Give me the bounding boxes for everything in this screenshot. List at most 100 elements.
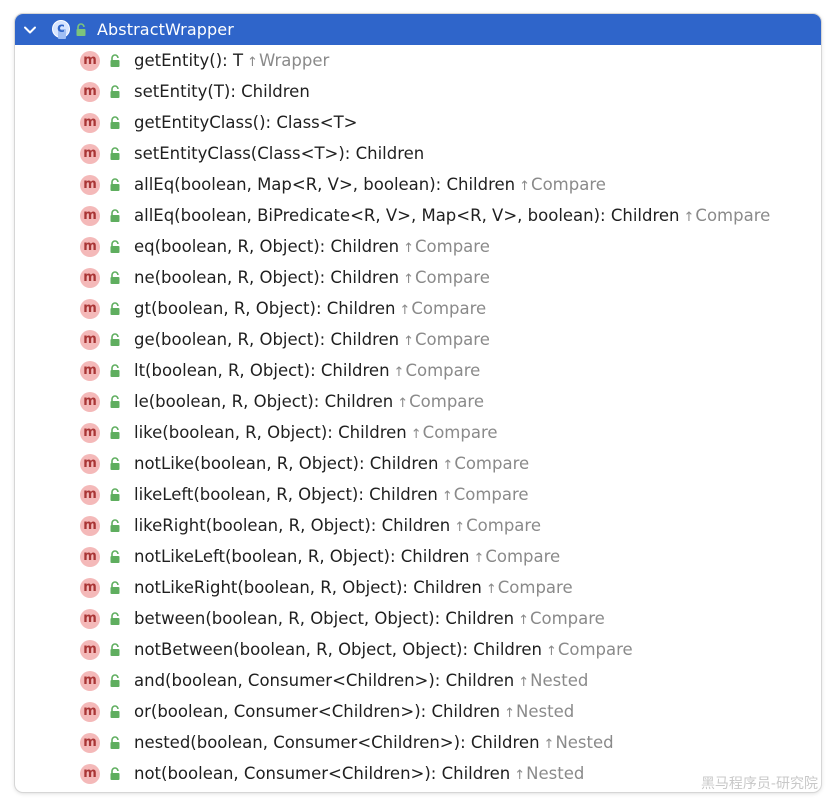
method-signature: setEntity(T): Children xyxy=(134,82,310,101)
inherited-from: ↑Nested xyxy=(518,671,589,690)
method-signature: eq(boolean, R, Object): Children xyxy=(134,237,400,256)
up-arrow-icon: ↑ xyxy=(393,365,405,380)
method-signature: notLike(boolean, R, Object): Children xyxy=(134,454,439,473)
watermark: 黑马程序员-研究院 xyxy=(700,776,818,792)
up-arrow-icon: ↑ xyxy=(397,396,409,411)
up-arrow-icon: ↑ xyxy=(518,613,529,628)
lock-icon xyxy=(110,332,120,346)
method-item[interactable]: m notLike(boolean, R, Object): Children ↑C… xyxy=(15,448,821,479)
inherited-from: ↑Compare xyxy=(545,640,633,659)
method-item[interactable]: m getEntityClass(): Class<T> xyxy=(15,107,821,138)
method-item[interactable]: m likeRight(boolean, R, Object): Children… xyxy=(15,510,821,541)
lock-icon xyxy=(110,735,120,749)
inherited-from: ↑Compare xyxy=(399,299,487,318)
method-icon: m xyxy=(80,298,100,319)
lock-icon xyxy=(110,53,120,67)
method-item[interactable]: m notLikeLeft(boolean, R, Object): Childr… xyxy=(15,541,821,572)
method-item[interactable]: m like(boolean, R, Object): Children ↑Comp… xyxy=(15,417,821,448)
method-icon: m xyxy=(80,236,100,257)
lock-icon xyxy=(110,394,120,408)
method-icon: m xyxy=(80,174,100,195)
lock-icon xyxy=(110,270,120,284)
method-signature: allEq(boolean, BiPredicate<R, V>, Map<R,… xyxy=(134,206,680,225)
lock-icon xyxy=(110,766,120,780)
inherited-from: ↑Nested xyxy=(504,702,575,721)
inherited-from: ↑Compare xyxy=(454,516,541,535)
lock-icon xyxy=(110,549,120,563)
method-signature: likeRight(boolean, R, Object): Children xyxy=(134,516,451,535)
method-icon: m xyxy=(80,50,100,71)
lock-icon xyxy=(110,642,120,656)
method-item[interactable]: m ge(boolean, R, Object): Children ↑Compar… xyxy=(15,324,821,355)
lock-icon xyxy=(110,363,120,377)
lock-icon xyxy=(110,239,120,253)
method-item[interactable]: m getEntity(): T ↑Wrapper xyxy=(15,45,821,76)
method-item[interactable]: m allEq(boolean, Map<R, V>, boolean): Chi… xyxy=(15,169,821,200)
inherited-from: ↑Compare xyxy=(442,454,530,473)
method-item[interactable]: m setEntityClass(Class<T>): Children xyxy=(15,138,821,169)
method-icon: m xyxy=(80,732,100,753)
method-item[interactable]: m notBetween(boolean, R, Object, Object):… xyxy=(15,634,821,665)
method-icon: m xyxy=(80,670,100,691)
inherited-from: ↑Compare xyxy=(393,361,481,380)
method-item[interactable]: m ne(boolean, R, Object): Children ↑Compar… xyxy=(15,262,821,293)
method-icon: m xyxy=(80,112,100,133)
method-item[interactable]: m notLikeRight(boolean, R, Object): Child… xyxy=(15,572,821,603)
method-item[interactable]: m allEq(boolean, BiPredicate<R, V>, Map<R… xyxy=(15,200,821,231)
method-signature: gt(boolean, R, Object): Children xyxy=(134,299,396,318)
method-item[interactable]: m lt(boolean, R, Object): Children ↑Compar… xyxy=(15,355,821,386)
up-arrow-icon: ↑ xyxy=(247,55,258,70)
inherited-from: ↑Compare xyxy=(403,330,490,349)
lock-icon xyxy=(110,425,120,439)
method-item[interactable]: m and(boolean, Consumer<Children>): Child… xyxy=(15,665,821,696)
abstract-class-icon: c xyxy=(51,19,73,41)
method-signature: like(boolean, R, Object): Children xyxy=(134,423,407,442)
method-icon: m xyxy=(80,267,100,288)
method-item[interactable]: m nested(boolean, Consumer<Children>): Ch… xyxy=(15,727,821,758)
up-arrow-icon: ↑ xyxy=(514,768,526,783)
chevron-down-icon[interactable] xyxy=(23,23,37,37)
up-arrow-icon: ↑ xyxy=(504,706,516,721)
method-signature: likeLeft(boolean, R, Object): Children xyxy=(134,485,438,504)
up-arrow-icon: ↑ xyxy=(403,272,414,287)
lock-icon xyxy=(110,673,120,687)
method-signature: and(boolean, Consumer<Children>): Childr… xyxy=(134,671,515,690)
structure-popup: c AbstractWrapper m getEntity(): T ↑Wrappe… xyxy=(15,14,821,792)
method-icon: m xyxy=(80,577,100,598)
method-list: m getEntity(): T ↑Wrapper m setEntity(T): Ch… xyxy=(15,45,821,789)
method-item[interactable]: m eq(boolean, R, Object): Children ↑Compar… xyxy=(15,231,821,262)
inherited-from: ↑Compare xyxy=(473,547,561,566)
up-arrow-icon: ↑ xyxy=(683,210,695,225)
up-arrow-icon: ↑ xyxy=(442,458,454,473)
inherited-from: ↑Nested xyxy=(543,733,614,752)
method-item[interactable]: m setEntity(T): Children xyxy=(15,76,821,107)
lock-icon xyxy=(76,22,86,36)
inherited-from: ↑Compare xyxy=(441,485,529,504)
method-item[interactable]: m le(boolean, R, Object): Children ↑Compar… xyxy=(15,386,821,417)
inherited-from: ↑Compare xyxy=(683,206,771,225)
lock-icon xyxy=(110,84,120,98)
up-arrow-icon: ↑ xyxy=(403,241,415,256)
method-item[interactable]: m gt(boolean, R, Object): Children ↑Compar… xyxy=(15,293,821,324)
inherited-from: ↑Compare xyxy=(403,268,490,287)
method-signature: not(boolean, Consumer<Children>): Childr… xyxy=(134,764,511,783)
method-signature: or(boolean, Consumer<Children>): Childre… xyxy=(134,702,501,721)
class-node-header[interactable]: c AbstractWrapper xyxy=(15,14,821,45)
up-arrow-icon: ↑ xyxy=(403,334,415,349)
inherited-from: ↑Compare xyxy=(518,609,605,628)
method-item[interactable]: m or(boolean, Consumer<Children>): Childr… xyxy=(15,696,821,727)
up-arrow-icon: ↑ xyxy=(519,179,531,194)
lock-icon xyxy=(110,146,120,160)
method-icon: m xyxy=(80,639,100,660)
method-icon: m xyxy=(80,360,100,381)
inherited-from: ↑Compare xyxy=(410,423,498,442)
method-item[interactable]: m between(boolean, R, Object, Object): Ch… xyxy=(15,603,821,634)
lock-icon xyxy=(110,704,120,718)
method-icon: m xyxy=(80,81,100,102)
method-signature: le(boolean, R, Object): Children xyxy=(134,392,394,411)
method-icon: m xyxy=(80,329,100,350)
lock-icon xyxy=(110,518,120,532)
method-signature: getEntity(): T xyxy=(134,51,244,70)
method-signature: lt(boolean, R, Object): Children xyxy=(134,361,390,380)
method-item[interactable]: m likeLeft(boolean, R, Object): Children ↑… xyxy=(15,479,821,510)
